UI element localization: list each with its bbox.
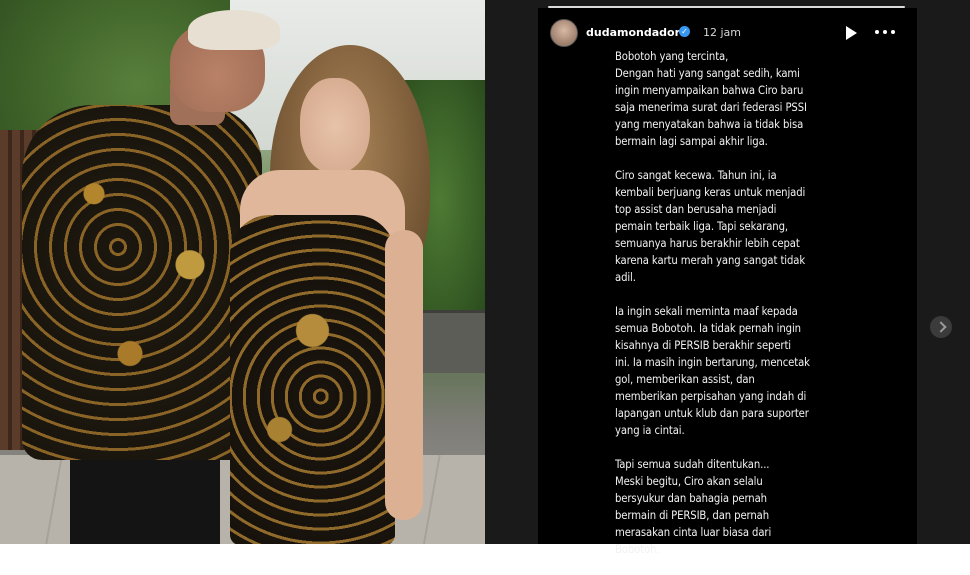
story-text: Bobotoh yang tercinta, Dengan hati yang …	[615, 48, 885, 575]
verified-badge-icon: ✓	[679, 26, 690, 37]
story-timestamp: 12 jam	[703, 26, 742, 39]
woman-face	[300, 78, 370, 173]
story-paragraph: Bobotoh yang tercinta, Dengan hati yang …	[615, 50, 807, 148]
more-icon[interactable]	[873, 24, 899, 40]
story-paragraph: Ia ingin sekali meminta maaf kepada semu…	[615, 305, 810, 437]
play-icon[interactable]	[846, 26, 857, 40]
story-paragraph: Tapi semua sudah ditentukan... Meski beg…	[615, 458, 772, 556]
next-story-button[interactable]	[930, 316, 952, 338]
story-progress-bar	[548, 6, 905, 8]
more-dot	[875, 30, 879, 34]
story-username[interactable]: dudamondadori	[586, 26, 684, 39]
man-hair	[188, 10, 280, 50]
story-paragraph: Ciro sangat kecewa. Tahun ini, ia kembal…	[615, 169, 806, 284]
woman-arm	[385, 230, 423, 520]
more-dot	[891, 30, 895, 34]
profile-avatar[interactable]	[550, 19, 578, 47]
post-photo	[0, 0, 485, 544]
man-batik-shirt	[22, 105, 262, 460]
woman-batik-dress	[230, 215, 395, 544]
more-dot	[883, 30, 887, 34]
